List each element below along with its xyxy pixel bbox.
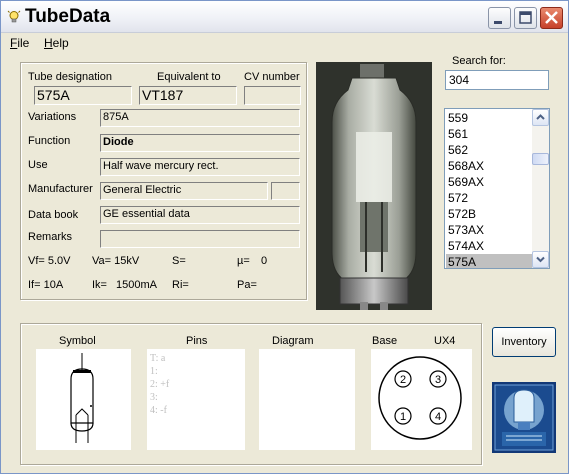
- databook-label: Data book: [28, 209, 79, 221]
- symbol-panel: [36, 349, 131, 450]
- list-item[interactable]: 573AX: [446, 222, 532, 238]
- cv-number-field[interactable]: [244, 86, 301, 105]
- manufacturer-field[interactable]: General Electric: [100, 182, 268, 200]
- vacuum-tube-image: [316, 62, 432, 310]
- pin-line: 4: -f: [150, 405, 167, 416]
- ri-value: Ri=: [172, 279, 189, 291]
- list-item[interactable]: 569AX: [446, 174, 532, 190]
- scroll-down-button[interactable]: [532, 251, 549, 268]
- variations-field[interactable]: 875A: [100, 109, 300, 127]
- search-input[interactable]: 304: [445, 70, 549, 90]
- close-button[interactable]: [540, 7, 563, 29]
- list-item[interactable]: 572: [446, 190, 532, 206]
- s-value: S=: [172, 255, 186, 267]
- equivalent-field[interactable]: VT187: [139, 86, 237, 105]
- base-pin-label: 4: [435, 411, 441, 423]
- tube-designation-label: Tube designation: [28, 71, 112, 83]
- pin-line: 3:: [150, 392, 158, 403]
- list-item[interactable]: 568AX: [446, 158, 532, 174]
- base-type: UX4: [434, 335, 456, 347]
- scroll-thumb[interactable]: [532, 153, 549, 165]
- tube-designation-field[interactable]: 575A: [34, 86, 132, 105]
- base-pin-label: 2: [400, 374, 406, 386]
- list-item-selected[interactable]: 575A: [446, 254, 532, 268]
- pin-line: 1:: [150, 366, 158, 377]
- minimize-button[interactable]: [488, 7, 511, 29]
- diagram-label: Diagram: [272, 335, 314, 347]
- pa-value: Pa=: [237, 279, 257, 291]
- list-item[interactable]: 572B: [446, 206, 532, 222]
- menu-bar: File Help: [1, 33, 568, 53]
- base-label: Base: [372, 335, 398, 347]
- pin-line: T: a: [150, 353, 166, 364]
- remarks-label: Remarks: [28, 231, 73, 243]
- logo-image: [492, 382, 556, 453]
- window-title: TubeData: [25, 6, 111, 27]
- maximize-button[interactable]: [514, 7, 537, 29]
- menu-help[interactable]: Help: [44, 36, 69, 50]
- function-label: Function: [28, 135, 71, 147]
- tube-listbox[interactable]: 559 561 562 568AX 569AX 572 572B 573AX 5…: [444, 108, 550, 269]
- title-bar[interactable]: TubeData: [1, 1, 568, 33]
- mu-value: 0: [261, 255, 268, 267]
- base-pin-label: 1: [400, 411, 406, 423]
- equivalent-label: Equivalent to: [157, 71, 221, 83]
- vf-value: Vf= 5.0V: [28, 255, 71, 267]
- pins-label: Pins: [186, 335, 208, 347]
- ik-label: Ik=: [92, 279, 107, 291]
- if-value: If= 10A: [28, 279, 64, 291]
- use-field[interactable]: Half wave mercury rect.: [100, 158, 300, 176]
- base-panel: 2 3 1 4: [371, 349, 472, 450]
- diagram-panel: [259, 349, 355, 450]
- function-field[interactable]: Diode: [100, 134, 300, 152]
- list-item[interactable]: 574AX: [446, 238, 532, 254]
- search-label: Search for:: [452, 55, 506, 67]
- tube-photo: [316, 62, 432, 310]
- scroll-up-button[interactable]: [532, 109, 549, 126]
- cv-number-label: CV number: [244, 71, 300, 83]
- maximize-icon: [519, 11, 532, 24]
- remarks-field[interactable]: [100, 230, 300, 248]
- use-label: Use: [28, 159, 48, 171]
- ik-value: 1500mA: [116, 279, 157, 291]
- list-item[interactable]: 562: [446, 142, 532, 158]
- databook-field[interactable]: GE essential data: [100, 206, 300, 224]
- va-value: Va= 15kV: [92, 255, 140, 267]
- mu-label: µ=: [237, 255, 250, 267]
- chevron-up-icon: [536, 114, 545, 120]
- symbol-label: Symbol: [59, 335, 96, 347]
- inventory-button[interactable]: Inventory: [492, 327, 556, 357]
- minimize-icon: [494, 21, 502, 24]
- app-window: TubeData File Help Tube designation Equi…: [0, 0, 569, 474]
- chevron-down-icon: [536, 256, 545, 263]
- base-pinout-diagram: 2 3 1 4: [378, 356, 462, 440]
- pins-list: T: a 1: 2: +f 3: 4: -f: [150, 352, 169, 417]
- manufacturer-extra-field[interactable]: [271, 182, 300, 200]
- lightbulb-icon: [7, 10, 21, 23]
- diode-tube-symbol: [70, 353, 94, 443]
- list-item[interactable]: 561: [446, 126, 532, 142]
- base-pin-label: 3: [435, 374, 441, 386]
- list-item[interactable]: 559: [446, 110, 532, 126]
- manufacturer-label: Manufacturer: [28, 183, 93, 195]
- variations-label: Variations: [28, 111, 77, 123]
- menu-file[interactable]: File: [10, 36, 29, 50]
- list-scrollbar[interactable]: [532, 109, 549, 268]
- tube-logo-icon: [492, 382, 556, 453]
- close-icon: [545, 11, 558, 24]
- pin-line: 2: +f: [150, 379, 170, 390]
